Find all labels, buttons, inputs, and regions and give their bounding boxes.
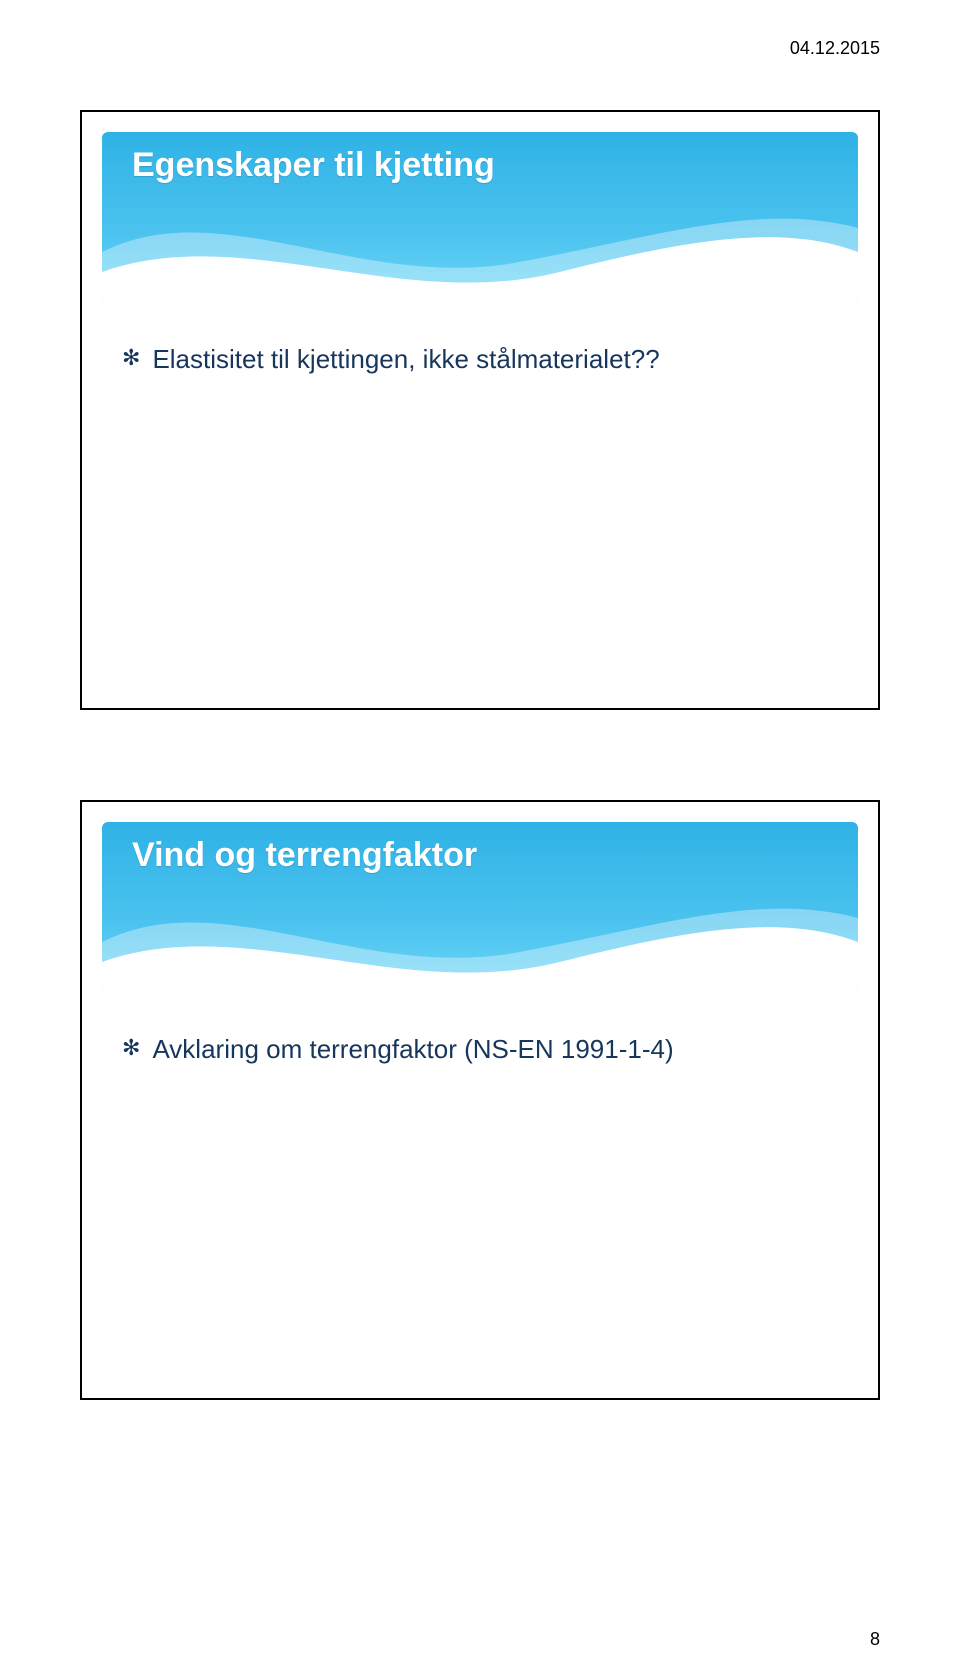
page-number: 8	[870, 1629, 880, 1650]
slide-2-title: Vind og terrengfaktor	[132, 836, 828, 875]
bullet-icon: ✻	[122, 342, 140, 374]
slide-1-banner: Egenskaper til kjetting	[102, 132, 858, 302]
bullet-text: Avklaring om terrengfaktor (NS-EN 1991-1…	[152, 1032, 673, 1067]
slide-1-bullet-1: ✻ Elastisitet til kjettingen, ikke stålm…	[122, 342, 838, 377]
slide-2-banner: Vind og terrengfaktor	[102, 822, 858, 992]
bullet-icon: ✻	[122, 1032, 140, 1064]
page: 04.12.2015 Egenskaper til kjetting ✻ Ela…	[0, 0, 960, 1680]
slide-1: Egenskaper til kjetting ✻ Elastisitet ti…	[80, 110, 880, 710]
bullet-text: Elastisitet til kjettingen, ikke stålmat…	[152, 342, 659, 377]
slide-2: Vind og terrengfaktor ✻ Avklaring om ter…	[80, 800, 880, 1400]
slide-1-title: Egenskaper til kjetting	[132, 146, 828, 185]
header-date: 04.12.2015	[790, 38, 880, 59]
slide-2-bullet-1: ✻ Avklaring om terrengfaktor (NS-EN 1991…	[122, 1032, 838, 1067]
slide-1-content: ✻ Elastisitet til kjettingen, ikke stålm…	[122, 342, 838, 377]
slide-2-content: ✻ Avklaring om terrengfaktor (NS-EN 1991…	[122, 1032, 838, 1067]
